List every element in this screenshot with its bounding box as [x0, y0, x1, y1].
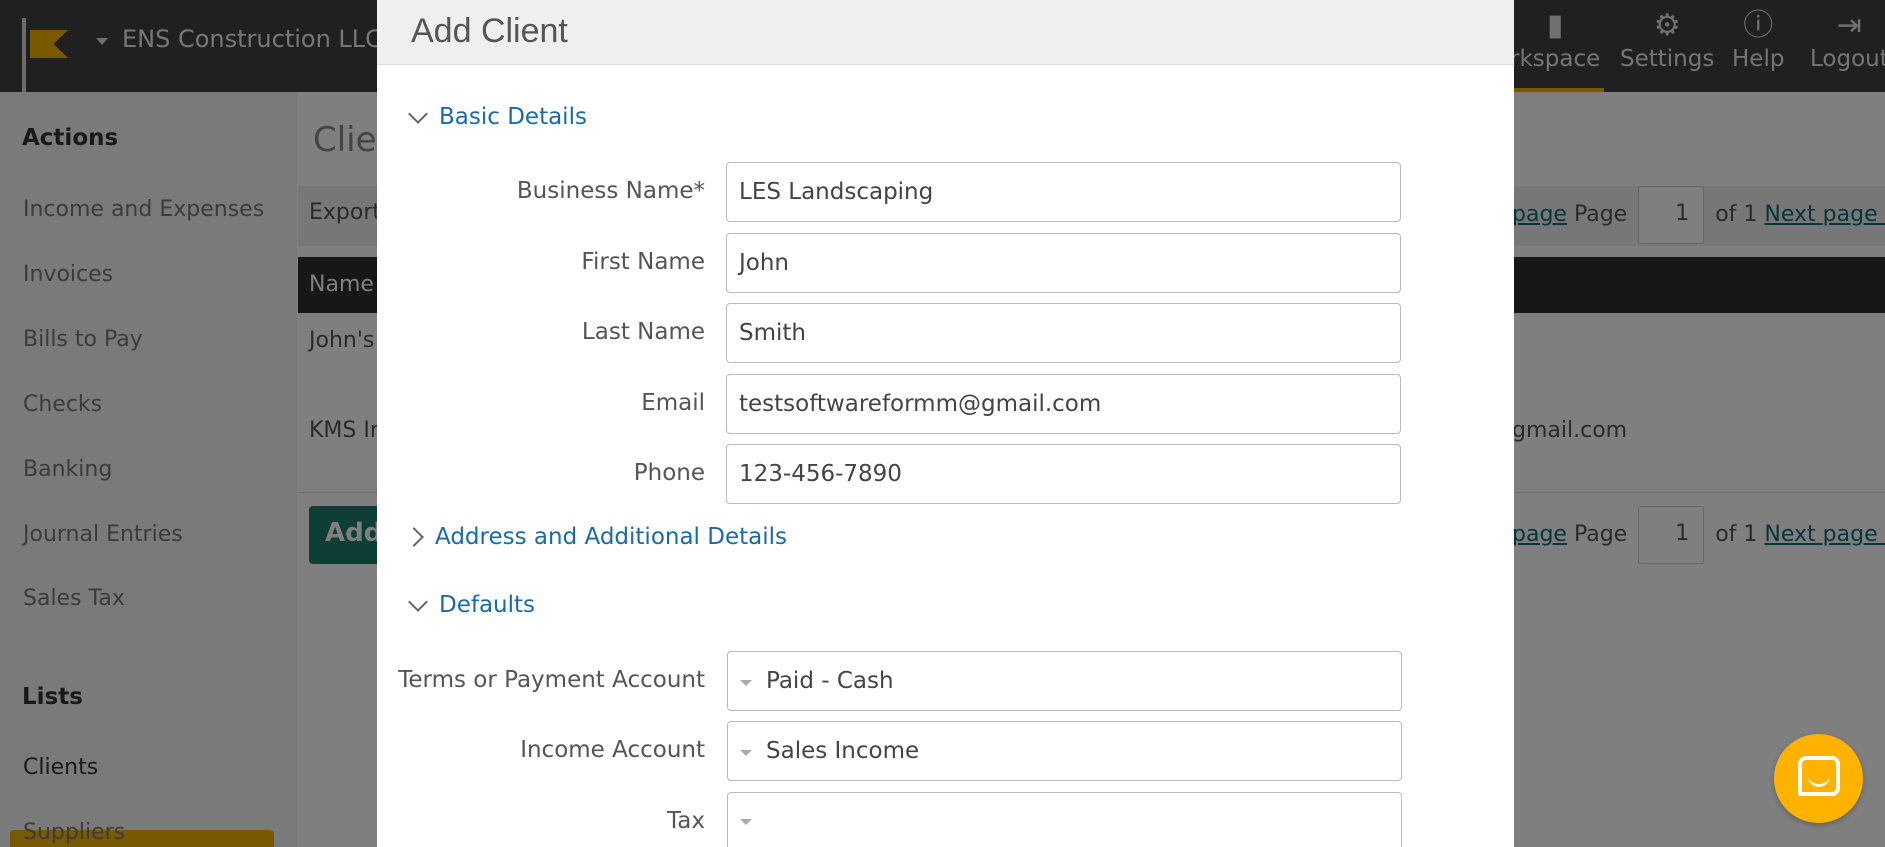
phone-label: Phone: [633, 460, 705, 486]
chat-launcher-button[interactable]: [1774, 734, 1863, 823]
business-name-label: Business Name*: [516, 178, 705, 204]
last-name-input[interactable]: Smith: [726, 303, 1401, 363]
section-defaults[interactable]: Defaults: [407, 592, 535, 618]
dropdown-caret-icon: [740, 680, 752, 686]
tax-label: Tax: [667, 808, 705, 834]
dialog-title: Add Client: [411, 12, 568, 50]
phone-input[interactable]: 123-456-7890: [726, 444, 1401, 504]
label-container: Tax: [377, 792, 705, 847]
label-container: Business Name*: [377, 162, 705, 222]
income-account-label: Income Account: [520, 737, 705, 763]
dropdown-caret-icon: [740, 819, 752, 825]
label-container: Phone: [377, 444, 705, 504]
email-label: Email: [641, 390, 705, 416]
dropdown-caret-icon: [740, 750, 752, 756]
chevron-right-icon: [404, 527, 424, 547]
dialog-header: Add Client: [377, 0, 1514, 65]
email-input[interactable]: testsoftwareformm@gmail.com: [726, 374, 1401, 434]
income-account-select[interactable]: Sales Income: [727, 721, 1402, 781]
label-container: Income Account: [377, 721, 705, 781]
label-container: Last Name: [377, 303, 705, 363]
business-name-input[interactable]: LES Landscaping: [726, 162, 1401, 222]
tax-select[interactable]: [727, 792, 1402, 847]
section-basic-details[interactable]: Basic Details: [407, 104, 587, 130]
last-name-label: Last Name: [581, 319, 705, 345]
first-name-input[interactable]: John: [726, 233, 1401, 293]
chevron-down-icon: [408, 104, 428, 124]
add-client-dialog: Add Client Basic Details Business Name* …: [377, 0, 1514, 847]
chat-icon: [1798, 756, 1840, 796]
section-address-details[interactable]: Address and Additional Details: [404, 524, 787, 550]
chevron-down-icon: [408, 592, 428, 612]
label-container: First Name: [377, 233, 705, 293]
first-name-label: First Name: [581, 249, 705, 275]
terms-label: Terms or Payment Account: [398, 667, 705, 693]
terms-select[interactable]: Paid - Cash: [727, 651, 1402, 711]
label-container: Terms or Payment Account: [377, 651, 705, 711]
label-container: Email: [377, 374, 705, 434]
